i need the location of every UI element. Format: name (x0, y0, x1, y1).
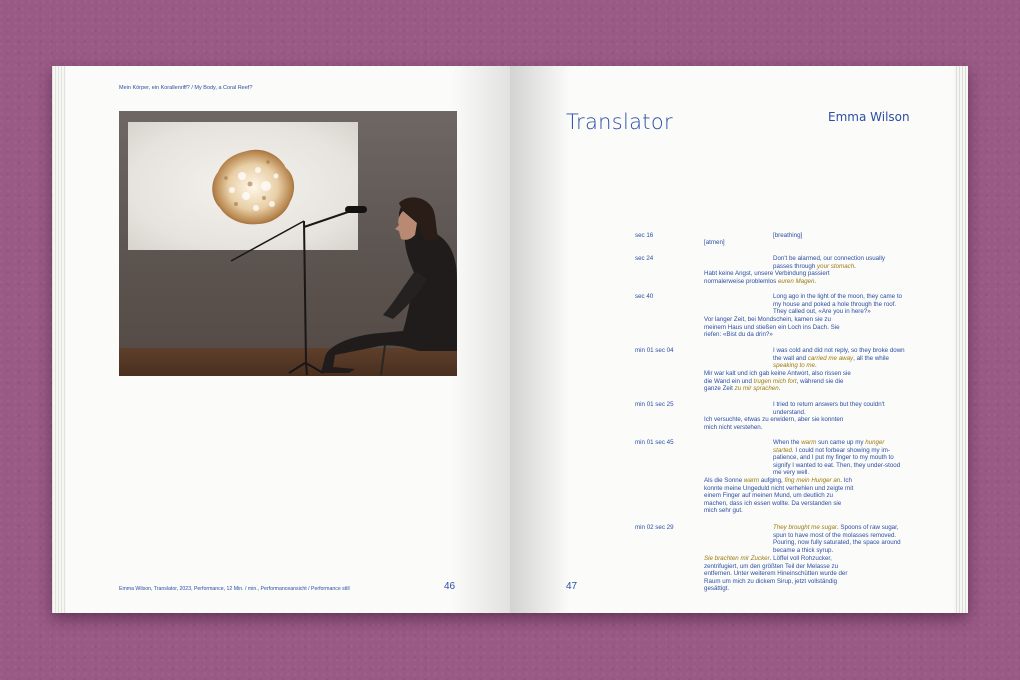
german-text: Ich versuchte, etwas zu erwidern, aber s… (704, 416, 844, 431)
english-text: Don't be alarmed, our connection usually… (773, 255, 885, 270)
english-text: They brought me sugar. Spoons of raw sug… (773, 524, 901, 554)
german-text: Sie brachten mir Zucker. Löffel voll Roh… (704, 555, 848, 593)
timestamp: sec 24 (635, 255, 654, 262)
page-edges-right (954, 66, 968, 613)
german-text: Mir war kalt und ich gab keine Antwort, … (704, 370, 851, 393)
german-text: Als die Sonne warm aufging, fing mein Hu… (704, 477, 854, 515)
left-page: Mein Körper, ein Korallenriff? / My Body… (52, 66, 510, 613)
page-number-left: 46 (444, 581, 456, 592)
performer-figure (230, 197, 457, 376)
page-edges-left (52, 66, 66, 613)
english-text: I tried to return answers but they could… (773, 401, 885, 416)
timestamp: min 01 sec 45 (635, 439, 674, 446)
timestamp: min 01 sec 25 (635, 401, 674, 408)
english-text: Long ago in the light of the moon, they … (773, 293, 902, 316)
performance-photo (119, 111, 457, 376)
right-page: Translator Emma Wilson sec 16 [breathing… (510, 66, 968, 613)
running-head: Mein Körper, ein Korallenriff? / My Body… (119, 85, 253, 91)
english-text: I was cold and did not reply, so they br… (773, 347, 905, 370)
gutter-shadow-left (450, 66, 510, 613)
timestamp: sec 16 (635, 232, 654, 239)
page-title: Translator (566, 110, 673, 134)
german-text: Habt keine Angst, unsere Verbindung pass… (704, 270, 830, 285)
timestamp: sec 40 (635, 293, 654, 300)
german-text: Vor langer Zeit, bei Mondschein, kamen s… (704, 316, 840, 339)
german-text: [atmen] (704, 239, 725, 246)
english-text: When the warm sun came up my hunger star… (773, 439, 901, 477)
open-book: Mein Körper, ein Korallenriff? / My Body… (52, 66, 968, 613)
page-number-right: 47 (566, 581, 578, 592)
timestamp: min 02 sec 29 (635, 524, 674, 531)
photo-caption: Emma Wilson, Translator, 2023, Performan… (119, 586, 350, 592)
gutter-shadow-right (510, 66, 570, 613)
timestamp: min 01 sec 04 (635, 347, 674, 354)
author-name: Emma Wilson (828, 110, 910, 124)
